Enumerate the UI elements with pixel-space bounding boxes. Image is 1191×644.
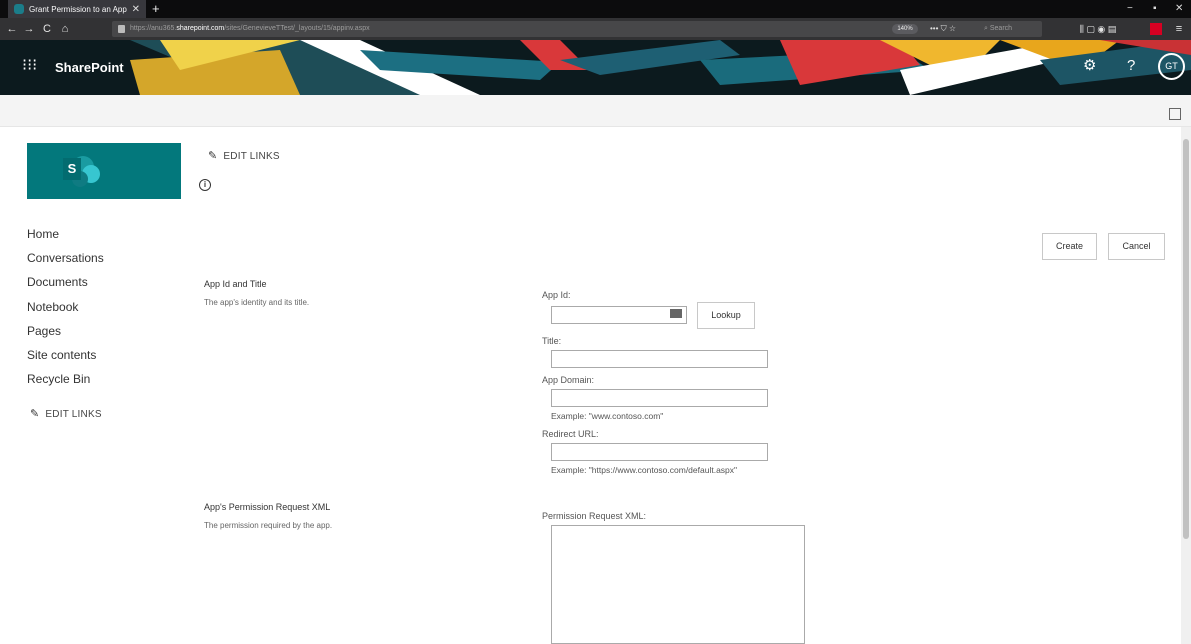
back-icon[interactable]: ←	[5, 18, 19, 40]
nav-item-conversations[interactable]: Conversations	[27, 250, 104, 274]
scrollbar-thumb[interactable]	[1183, 139, 1189, 539]
cancel-button[interactable]: Cancel	[1108, 233, 1165, 260]
section-title-permission-xml: App's Permission Request XML	[204, 502, 331, 512]
section-desc-app-id: The app's identity and its title.	[204, 298, 310, 307]
header-banner	[0, 40, 1191, 95]
top-edit-links[interactable]: ✎ EDIT LINKS	[208, 149, 280, 162]
url-bar[interactable]: https://anu365.sharepoint.com/sites/Gene…	[112, 21, 1042, 37]
search-input[interactable]: ⌕ Search	[978, 21, 1042, 37]
nav-edit-links[interactable]: ✎ EDIT LINKS	[30, 407, 102, 420]
permission-xml-textarea[interactable]	[551, 525, 805, 644]
zoom-level[interactable]: 140%	[892, 24, 918, 34]
tab-close-icon[interactable]: ✕	[132, 4, 140, 15]
minimize-button[interactable]: −	[1127, 0, 1133, 18]
redirect-url-example: Example: "https://www.contoso.com/defaul…	[551, 465, 738, 475]
tab-title: Grant Permission to an App	[29, 4, 127, 14]
app-launcher-icon[interactable]: ⁝⁝⁝	[22, 58, 37, 74]
browser-tab-bar: Grant Permission to an App ✕ + − ▪ ✕	[0, 0, 1191, 18]
logo-letter: S	[63, 158, 81, 180]
pencil-icon: ✎	[30, 408, 40, 420]
user-avatar[interactable]: GT	[1158, 53, 1185, 80]
home-icon[interactable]: ⌂	[58, 18, 72, 40]
left-navigation: Home Conversations Documents Notebook Pa…	[27, 226, 104, 395]
app-domain-example: Example: "www.contoso.com"	[551, 411, 664, 421]
redirect-url-label: Redirect URL:	[542, 429, 599, 439]
page-actions-icons[interactable]: ••• ⛉ ☆	[930, 21, 956, 37]
restore-button[interactable]: ▪	[1153, 0, 1157, 18]
nav-item-recycle-bin[interactable]: Recycle Bin	[27, 371, 104, 395]
sharepoint-favicon-icon	[14, 4, 24, 14]
info-icon[interactable]: i	[199, 179, 211, 191]
browser-nav-bar: ← → C ⌂ https://anu365.sharepoint.com/si…	[0, 18, 1191, 40]
lock-icon	[118, 25, 125, 33]
ribbon-bar	[0, 95, 1191, 127]
menu-icon[interactable]: ≡	[1172, 18, 1186, 40]
permission-xml-label: Permission Request XML:	[542, 511, 647, 521]
close-window-button[interactable]: ✕	[1175, 0, 1183, 18]
nav-item-home[interactable]: Home	[27, 226, 104, 250]
suite-bar: ⁝⁝⁝ SharePoint ⚙ ? GT	[0, 40, 1191, 95]
title-input[interactable]	[551, 350, 768, 368]
help-icon[interactable]: ?	[1127, 57, 1135, 75]
extension-icon[interactable]	[1150, 23, 1162, 35]
section-desc-permission-xml: The permission required by the app.	[204, 521, 333, 530]
section-title-app-id: App Id and Title	[204, 279, 267, 289]
lookup-button[interactable]: Lookup	[697, 302, 755, 329]
app-id-input[interactable]	[551, 306, 687, 324]
browser-tab[interactable]: Grant Permission to an App ✕	[8, 0, 146, 18]
forward-icon[interactable]: →	[22, 18, 36, 40]
settings-icon[interactable]: ⚙	[1083, 57, 1096, 75]
app-domain-label: App Domain:	[542, 375, 595, 385]
picker-icon[interactable]	[670, 309, 682, 318]
site-logo[interactable]: S	[27, 143, 181, 199]
create-button[interactable]: Create	[1042, 233, 1097, 260]
title-label: Title:	[542, 336, 562, 346]
nav-item-documents[interactable]: Documents	[27, 274, 104, 298]
nav-item-notebook[interactable]: Notebook	[27, 299, 104, 323]
reload-icon[interactable]: C	[40, 18, 54, 40]
app-id-label: App Id:	[542, 290, 571, 300]
nav-item-site-contents[interactable]: Site contents	[27, 347, 104, 371]
new-tab-button[interactable]: +	[152, 0, 160, 18]
focus-mode-icon[interactable]	[1169, 108, 1181, 120]
brand-name[interactable]: SharePoint	[55, 60, 124, 76]
nav-item-pages[interactable]: Pages	[27, 323, 104, 347]
url-text: https://anu365.sharepoint.com/sites/Gene…	[130, 25, 370, 32]
app-domain-input[interactable]	[551, 389, 768, 407]
redirect-url-input[interactable]	[551, 443, 768, 461]
pencil-icon: ✎	[208, 150, 218, 162]
toolbar-icons[interactable]: ⫼ ▢ ◉ ▤	[1068, 18, 1128, 40]
